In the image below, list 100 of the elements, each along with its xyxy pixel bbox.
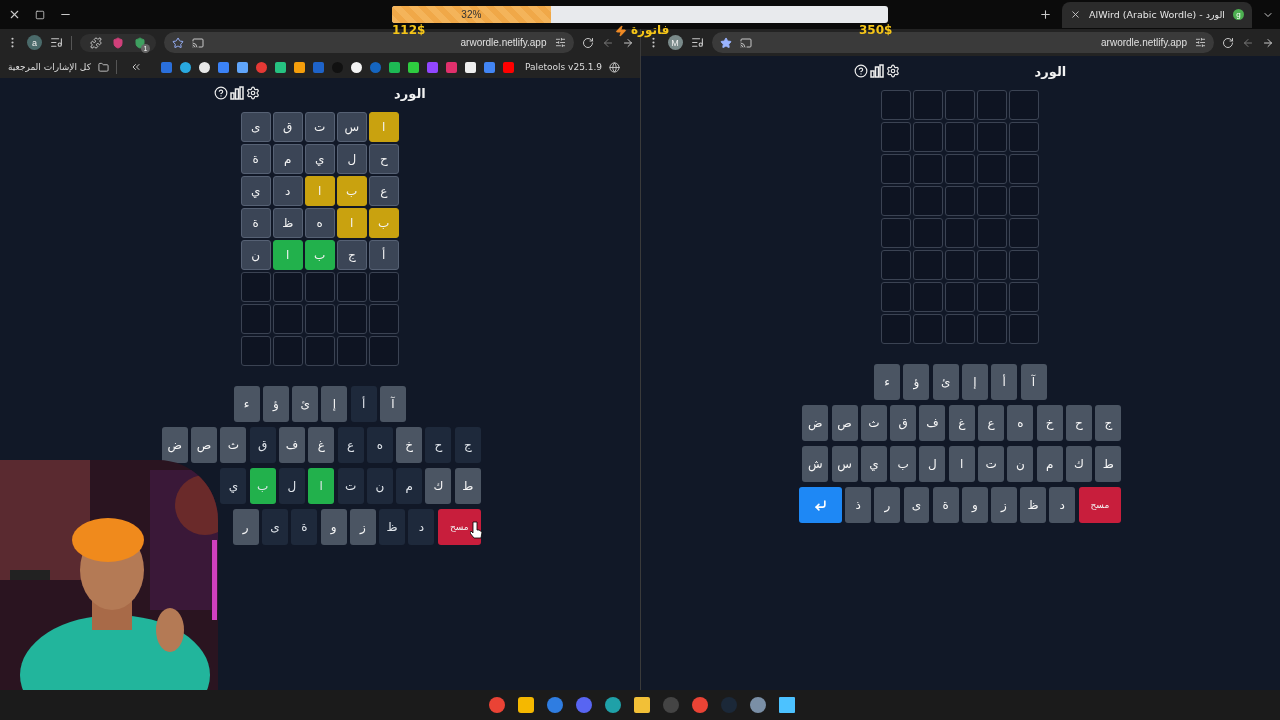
letter-tile: ا bbox=[368, 112, 399, 142]
letter-key[interactable]: ض bbox=[802, 405, 829, 441]
letter-key[interactable]: ع bbox=[337, 427, 364, 463]
game-title: الورد bbox=[1034, 63, 1067, 79]
letter-key[interactable]: ص bbox=[191, 427, 218, 463]
letter-key[interactable]: غ bbox=[308, 427, 335, 463]
all-bookmarks-link[interactable]: كل الإشارات المرجعية bbox=[8, 62, 91, 72]
letter-key[interactable]: س bbox=[831, 446, 858, 482]
letter-key[interactable]: خ bbox=[1036, 405, 1063, 441]
letter-tile: ب bbox=[336, 176, 367, 206]
letter-key[interactable]: ح bbox=[1065, 405, 1092, 441]
letter-tile: ب bbox=[368, 208, 399, 238]
letter-key[interactable]: ذ bbox=[845, 487, 872, 523]
letter-key[interactable]: ث bbox=[220, 427, 247, 463]
tab-favicon: g bbox=[1233, 9, 1244, 20]
letter-key[interactable]: ص bbox=[831, 405, 858, 441]
letter-key[interactable]: ة bbox=[932, 487, 959, 523]
letter-key[interactable]: ا bbox=[948, 446, 975, 482]
letter-key[interactable]: م bbox=[396, 468, 423, 504]
letter-tile: ي bbox=[304, 144, 335, 174]
letter-key[interactable]: ز bbox=[349, 509, 376, 545]
letter-key[interactable]: آ bbox=[1020, 364, 1047, 400]
letter-key[interactable]: ت bbox=[978, 446, 1005, 482]
letter-tile: م bbox=[272, 144, 303, 174]
delete-key[interactable]: مسح bbox=[1078, 487, 1122, 523]
letter-key[interactable]: و bbox=[961, 487, 988, 523]
letter-key[interactable]: د bbox=[408, 509, 435, 545]
letter-key[interactable]: ع bbox=[978, 405, 1005, 441]
letter-key[interactable]: ط bbox=[454, 468, 481, 504]
letter-key[interactable]: ظ bbox=[379, 509, 406, 545]
letter-key[interactable]: ض bbox=[161, 427, 188, 463]
letter-key[interactable]: ل bbox=[919, 446, 946, 482]
letter-key[interactable]: ث bbox=[860, 405, 887, 441]
letter-key[interactable]: ه bbox=[366, 427, 393, 463]
letter-key[interactable]: ك bbox=[1065, 446, 1092, 482]
bill-label: فاتورة bbox=[631, 23, 670, 37]
letter-key[interactable]: أ bbox=[350, 386, 377, 422]
letter-tile: ى bbox=[240, 112, 271, 142]
letter-tile: ب bbox=[304, 240, 335, 270]
letter-key[interactable]: ج bbox=[454, 427, 481, 463]
url-text: arwordle.netlify.app bbox=[1101, 37, 1187, 48]
letter-tile: ة bbox=[240, 208, 271, 238]
letter-key[interactable]: ق bbox=[249, 427, 276, 463]
letter-key[interactable]: ت bbox=[337, 468, 364, 504]
letter-key[interactable]: ح bbox=[425, 427, 452, 463]
letter-key[interactable]: ئ bbox=[932, 364, 959, 400]
letter-tile: ا bbox=[272, 240, 303, 270]
letter-key[interactable]: م bbox=[1036, 446, 1063, 482]
letter-key[interactable]: آ bbox=[380, 386, 406, 422]
letter-key[interactable]: غ bbox=[948, 405, 975, 441]
letter-tile: ظ bbox=[272, 208, 303, 238]
game-title: الورد bbox=[394, 85, 426, 101]
letter-key[interactable]: خ bbox=[396, 427, 423, 463]
letter-key[interactable]: إ bbox=[961, 364, 988, 400]
letter-key[interactable]: ك bbox=[425, 468, 452, 504]
letter-tile: ي bbox=[240, 176, 271, 206]
letter-key[interactable]: ف bbox=[278, 427, 305, 463]
letter-key[interactable]: ي bbox=[860, 446, 887, 482]
progress-label: 32% bbox=[461, 9, 482, 20]
letter-key[interactable]: ل bbox=[278, 468, 305, 504]
letter-key[interactable]: ظ bbox=[1020, 487, 1047, 523]
letter-tile: ن bbox=[240, 240, 271, 270]
letter-tile: د bbox=[272, 176, 303, 206]
letter-key[interactable]: ق bbox=[890, 405, 917, 441]
letter-tile: ل bbox=[336, 144, 367, 174]
letter-key[interactable]: إ bbox=[321, 386, 348, 422]
letter-key[interactable]: ز bbox=[991, 487, 1017, 523]
letter-key[interactable]: ؤ bbox=[262, 386, 289, 422]
letter-key[interactable]: ه bbox=[1007, 405, 1034, 441]
letter-key[interactable]: ب bbox=[890, 446, 917, 482]
letter-key[interactable]: د bbox=[1049, 487, 1076, 523]
letter-key[interactable]: ف bbox=[919, 405, 946, 441]
letter-key[interactable]: ش bbox=[802, 446, 829, 482]
letter-key[interactable]: ن bbox=[1007, 446, 1034, 482]
letter-key[interactable]: ط bbox=[1095, 446, 1122, 482]
letter-key[interactable]: ء bbox=[233, 386, 260, 422]
letter-tile: ح bbox=[368, 144, 399, 174]
letter-tile: ع bbox=[368, 176, 399, 206]
letter-key[interactable]: ئ bbox=[292, 386, 319, 422]
letter-key[interactable]: ى bbox=[261, 509, 288, 545]
letter-key[interactable]: ي bbox=[220, 468, 247, 504]
letter-tile: ا bbox=[336, 208, 367, 238]
letter-key[interactable]: و bbox=[320, 509, 347, 545]
letter-key[interactable]: ن bbox=[366, 468, 393, 504]
letter-key[interactable]: ر bbox=[232, 509, 259, 545]
letter-tile: ت bbox=[304, 112, 335, 142]
letter-key[interactable]: ة bbox=[291, 509, 318, 545]
letter-tile: ه bbox=[304, 208, 335, 238]
letter-key[interactable]: ء bbox=[874, 364, 900, 400]
profile-avatar[interactable]: a bbox=[27, 35, 42, 50]
letter-key[interactable]: ى bbox=[903, 487, 930, 523]
letter-key[interactable]: ؤ bbox=[903, 364, 930, 400]
letter-key[interactable]: ج bbox=[1095, 405, 1122, 441]
letter-tile: ق bbox=[272, 112, 303, 142]
letter-tile: س bbox=[336, 112, 367, 142]
letter-tile: ة bbox=[240, 144, 271, 174]
letter-key[interactable]: ر bbox=[874, 487, 901, 523]
bookmark-link[interactable]: Paletools v25.1.9 bbox=[524, 62, 603, 72]
letter-tile: ا bbox=[304, 176, 335, 206]
letter-key[interactable]: أ bbox=[991, 364, 1018, 400]
